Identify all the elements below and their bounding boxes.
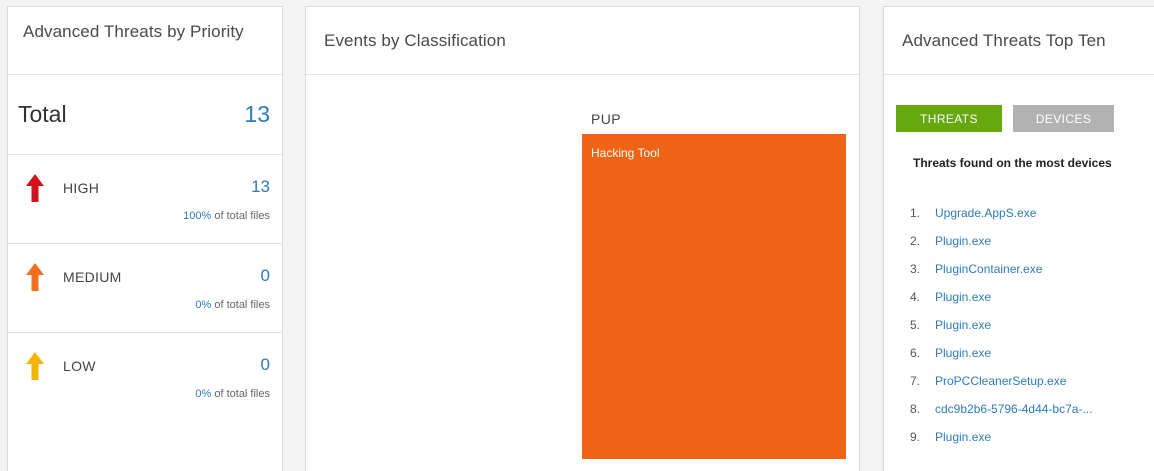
- total-row: Total 13: [8, 75, 282, 155]
- priority-percent: 0% of total files: [195, 388, 270, 400]
- priority-panel: Advanced Threats by Priority Total 13 HI…: [7, 6, 283, 471]
- percent-suffix: of total files: [214, 388, 270, 400]
- list-item-number: 9.: [910, 430, 921, 444]
- priority-panel-title: Advanced Threats by Priority: [23, 22, 244, 41]
- priority-percent: 100% of total files: [183, 210, 270, 222]
- list-item: 7. ProPCCleanerSetup.exe: [910, 374, 1092, 402]
- threat-link[interactable]: Upgrade.AppS.exe: [935, 206, 1036, 234]
- threat-link[interactable]: PluginContainer.exe: [935, 262, 1042, 290]
- list-item: 8. cdc9b2b6-5796-4d44-bc7a-...: [910, 402, 1092, 430]
- threat-link[interactable]: Plugin.exe: [935, 234, 991, 262]
- priority-count-link[interactable]: 0: [261, 266, 270, 286]
- list-item: 4. Plugin.exe: [910, 290, 1092, 318]
- threat-link[interactable]: cdc9b2b6-5796-4d44-bc7a-...: [935, 402, 1092, 430]
- top-ten-panel: Advanced Threats Top Ten THREATS DEVICES…: [883, 6, 1154, 471]
- percent-suffix: of total files: [214, 210, 270, 222]
- list-item: 2. Plugin.exe: [910, 234, 1092, 262]
- threat-link[interactable]: Plugin.exe: [935, 290, 991, 318]
- total-value-link[interactable]: 13: [244, 101, 270, 128]
- percent-value: 0%: [195, 388, 212, 400]
- priority-row-low: LOW 0 0% of total files: [8, 333, 282, 422]
- list-item-number: 1.: [910, 206, 921, 220]
- treemap-tile-label: Hacking Tool: [591, 146, 660, 160]
- arrow-up-icon: [26, 263, 44, 291]
- total-label: Total: [18, 101, 67, 127]
- priority-count-link[interactable]: 0: [261, 355, 270, 375]
- priority-percent: 0% of total files: [195, 299, 270, 311]
- list-item-number: 5.: [910, 318, 921, 332]
- percent-suffix: of total files: [214, 299, 270, 311]
- priority-label: MEDIUM: [63, 269, 122, 285]
- priority-label: HIGH: [63, 180, 100, 196]
- treemap-group-label: PUP: [591, 111, 621, 127]
- classification-panel-header: Events by Classification: [306, 7, 859, 75]
- top-ten-panel-title: Advanced Threats Top Ten: [902, 31, 1106, 50]
- list-item: 1. Upgrade.AppS.exe: [910, 206, 1092, 234]
- classification-panel: Events by Classification PUP Hacking Too…: [305, 6, 860, 471]
- threat-link[interactable]: Plugin.exe: [935, 318, 991, 346]
- list-item: 3. PluginContainer.exe: [910, 262, 1092, 290]
- priority-panel-header: Advanced Threats by Priority: [8, 7, 282, 75]
- classification-panel-title: Events by Classification: [324, 31, 506, 50]
- threat-link[interactable]: Plugin.exe: [935, 346, 991, 374]
- top-ten-panel-header: Advanced Threats Top Ten: [884, 7, 1154, 75]
- arrow-up-icon: [26, 174, 44, 202]
- list-item-number: 3.: [910, 262, 921, 276]
- priority-label: LOW: [63, 358, 96, 374]
- list-item-number: 6.: [910, 346, 921, 360]
- priority-count-link[interactable]: 13: [251, 177, 270, 197]
- list-item-number: 4.: [910, 290, 921, 304]
- list-item-number: 2.: [910, 234, 921, 248]
- treemap-tile-hacking-tool[interactable]: Hacking Tool: [582, 134, 846, 459]
- list-item: 5. Plugin.exe: [910, 318, 1092, 346]
- list-item: 9. Plugin.exe: [910, 430, 1092, 458]
- arrow-up-icon: [26, 352, 44, 380]
- tab-devices[interactable]: DEVICES: [1013, 105, 1114, 132]
- list-item-number: 8.: [910, 402, 921, 416]
- list-item: 6. Plugin.exe: [910, 346, 1092, 374]
- list-item-number: 7.: [910, 374, 921, 388]
- priority-row-high: HIGH 13 100% of total files: [8, 155, 282, 244]
- threat-list-heading: Threats found on the most devices: [913, 156, 1112, 170]
- threat-link[interactable]: ProPCCleanerSetup.exe: [935, 374, 1066, 402]
- threat-link[interactable]: Plugin.exe: [935, 430, 991, 458]
- tab-threats[interactable]: THREATS: [896, 105, 1002, 132]
- percent-value: 0%: [195, 299, 212, 311]
- threat-list: 1. Upgrade.AppS.exe 2. Plugin.exe 3. Plugin…: [910, 206, 1092, 458]
- percent-value: 100%: [183, 210, 212, 222]
- priority-row-medium: MEDIUM 0 0% of total files: [8, 244, 282, 333]
